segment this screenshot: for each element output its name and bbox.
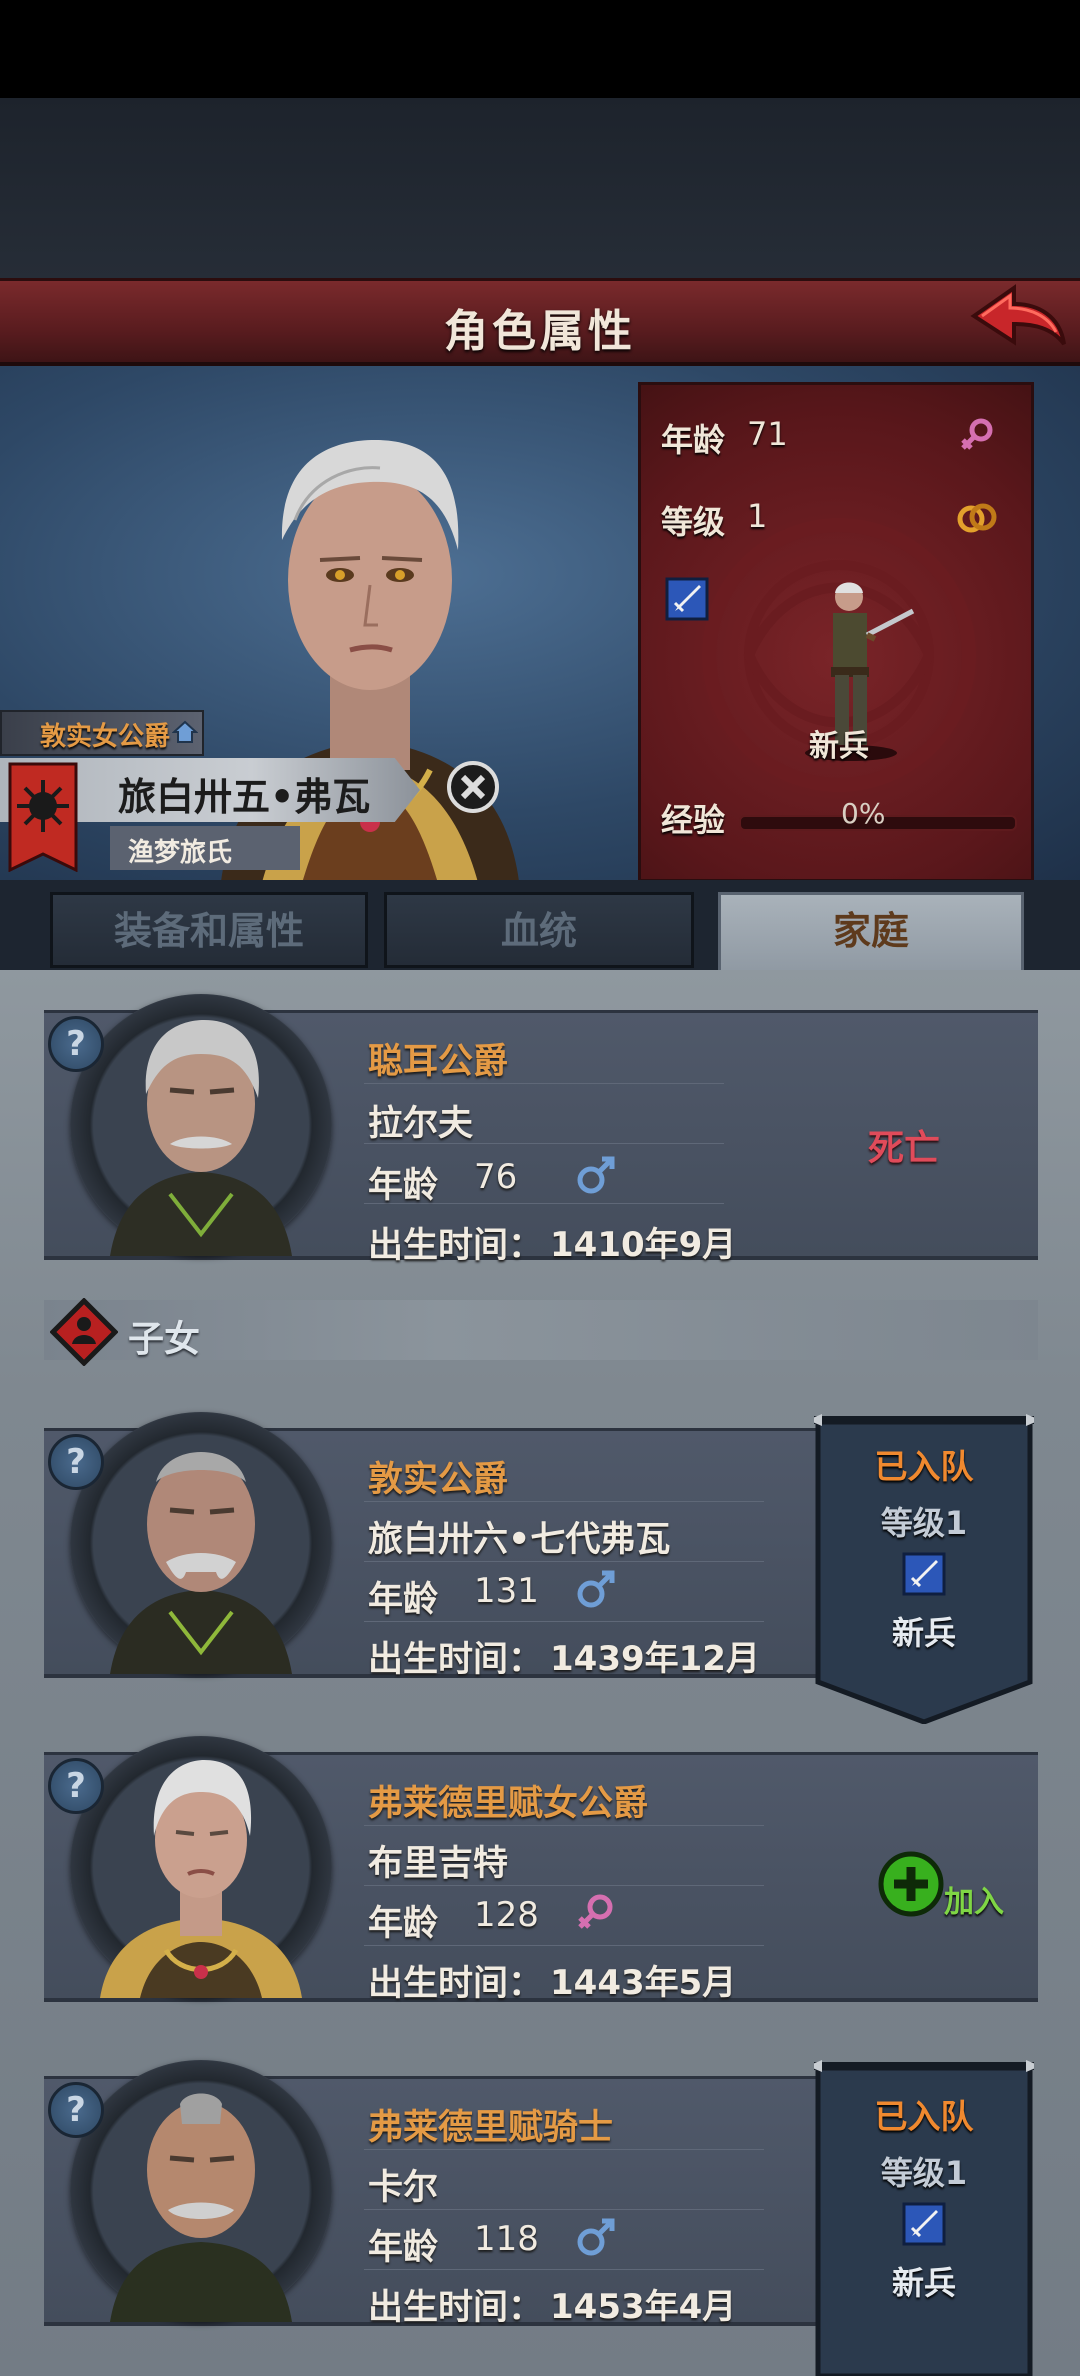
level-label: 等级 bbox=[661, 503, 726, 541]
house-banner: 渔梦旅氏 bbox=[110, 826, 300, 870]
sword-class-icon bbox=[665, 577, 709, 621]
child-birth-label: 出生时间： bbox=[368, 1640, 544, 1680]
child-name: 布里吉特 bbox=[368, 1844, 509, 1884]
top-background bbox=[0, 98, 1080, 278]
child-age-label: 年龄 bbox=[368, 1904, 439, 1944]
unit-label: 新兵 bbox=[809, 729, 869, 764]
parent-age-label: 年龄 bbox=[368, 1166, 439, 1206]
title-badge: 敦实女公爵 bbox=[0, 710, 204, 756]
character-name: 旅白卅五•弗瓦 bbox=[118, 775, 371, 819]
tab-bar: 装备和属性 血统 家庭 bbox=[0, 880, 1080, 982]
child-birth-label: 出生时间： bbox=[368, 1964, 544, 2004]
exp-percent: 0% bbox=[841, 797, 886, 830]
child-portrait-2 bbox=[100, 1760, 302, 1998]
team-unit: 新兵 bbox=[891, 2264, 956, 2302]
children-section-label: 子女 bbox=[128, 1319, 201, 1360]
child-birth: 1443年5月 bbox=[550, 1963, 737, 2003]
parent-birth: 1410年9月 bbox=[550, 1225, 737, 1265]
stat-card: 年龄 71 等级 1 新兵 经验 0% bbox=[638, 382, 1034, 882]
team-status: 已入队 bbox=[874, 2097, 974, 2136]
team-level: 等级1 bbox=[880, 2154, 968, 2192]
close-icon[interactable] bbox=[446, 760, 500, 814]
parent-title: 聪耳公爵 bbox=[368, 1042, 509, 1082]
tab-family[interactable]: 家庭 bbox=[718, 892, 1024, 982]
child-birth: 1439年12月 bbox=[550, 1639, 760, 1679]
help-icon[interactable]: ? bbox=[48, 1434, 104, 1490]
child-age-label: 年龄 bbox=[368, 2228, 439, 2268]
child-name: 卡尔 bbox=[368, 2168, 439, 2208]
name-plate: 敦实女公爵 旅白卅五•弗瓦 渔梦旅氏 bbox=[0, 710, 420, 880]
house-icon bbox=[172, 720, 198, 743]
female-gender-icon bbox=[961, 418, 993, 450]
tab-equipment[interactable]: 装备和属性 bbox=[50, 892, 368, 968]
male-gender-icon bbox=[577, 2218, 615, 2256]
team-banner-2[interactable]: 已入队 等级1 新兵 bbox=[814, 2058, 1034, 2376]
child-age: 118 bbox=[474, 2219, 539, 2259]
age-value: 71 bbox=[747, 415, 788, 453]
back-arrow-icon[interactable] bbox=[968, 282, 1068, 362]
child-age: 128 bbox=[474, 1895, 539, 1935]
house-name: 渔梦旅氏 bbox=[128, 838, 233, 868]
help-icon[interactable]: ? bbox=[48, 2082, 104, 2138]
help-icon[interactable]: ? bbox=[48, 1758, 104, 1814]
child-title: 弗莱德里赋女公爵 bbox=[368, 1784, 649, 1824]
male-gender-icon bbox=[577, 1570, 615, 1608]
status-bar bbox=[0, 0, 1080, 98]
team-unit: 新兵 bbox=[891, 1614, 956, 1652]
help-icon[interactable]: ? bbox=[48, 1016, 104, 1072]
exp-label: 经验 bbox=[661, 801, 726, 839]
avatar bbox=[70, 994, 332, 1256]
male-gender-icon bbox=[577, 1156, 615, 1194]
child-portrait-1 bbox=[110, 1452, 292, 1674]
title-bar: 角色属性 bbox=[0, 278, 1080, 366]
plus-icon bbox=[878, 1851, 944, 1917]
avatar bbox=[70, 2060, 332, 2322]
avatar bbox=[70, 1412, 332, 1674]
team-status: 已入队 bbox=[874, 1447, 974, 1486]
child-title: 敦实公爵 bbox=[368, 1460, 509, 1500]
parent-portrait bbox=[110, 1020, 292, 1256]
level-value: 1 bbox=[747, 497, 768, 535]
avatar bbox=[70, 1736, 332, 1998]
child-birth: 1453年4月 bbox=[550, 2287, 737, 2327]
sun-heraldry-icon bbox=[8, 762, 78, 872]
parent-name: 拉尔夫 bbox=[368, 1104, 474, 1144]
sword-class-icon bbox=[902, 1552, 946, 1596]
rings-icon bbox=[957, 503, 997, 533]
tab-bloodline[interactable]: 血统 bbox=[384, 892, 694, 968]
page-title: 角色属性 bbox=[444, 306, 636, 357]
team-level: 等级1 bbox=[880, 1504, 968, 1542]
join-label: 加入 bbox=[944, 1885, 1004, 1920]
children-section-icon bbox=[50, 1298, 118, 1366]
dead-status: 死亡 bbox=[868, 1128, 941, 1169]
parent-age: 76 bbox=[474, 1157, 518, 1197]
child-age-label: 年龄 bbox=[368, 1580, 439, 1620]
child-title: 弗莱德里赋骑士 bbox=[368, 2108, 614, 2148]
sword-class-icon bbox=[902, 2202, 946, 2246]
parent-birth-label: 出生时间： bbox=[368, 1226, 544, 1266]
team-banner-1[interactable]: 已入队 等级1 新兵 bbox=[814, 1412, 1034, 1724]
child-age: 131 bbox=[474, 1571, 539, 1611]
child-name: 旅白卅六•七代弗瓦 bbox=[368, 1520, 671, 1560]
age-label: 年龄 bbox=[661, 421, 726, 459]
female-gender-icon bbox=[578, 1894, 613, 1929]
join-button[interactable]: 加入 bbox=[878, 1851, 1004, 1921]
child-portrait-3 bbox=[110, 2093, 292, 2322]
child-birth-label: 出生时间： bbox=[368, 2288, 544, 2328]
